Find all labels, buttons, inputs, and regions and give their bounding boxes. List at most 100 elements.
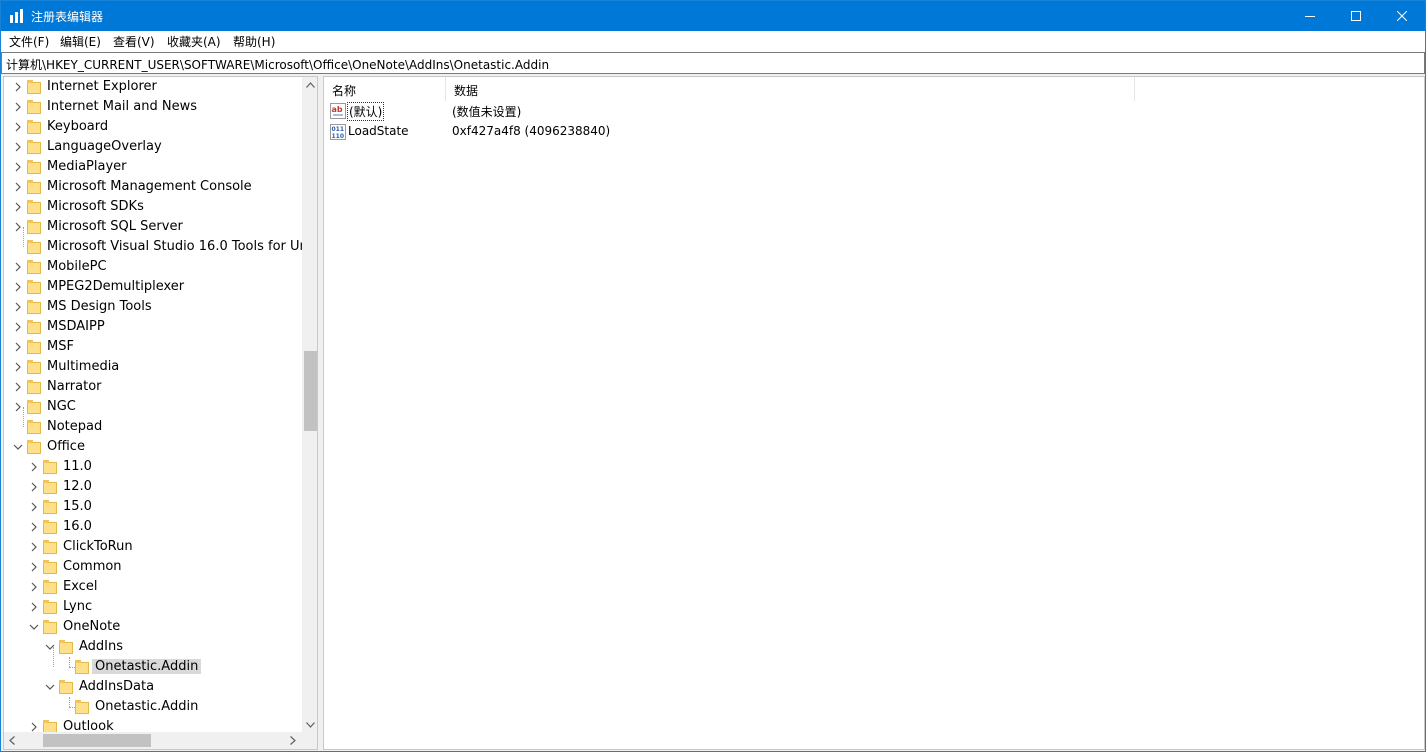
tree-node-label[interactable]: Microsoft Management Console — [47, 179, 252, 194]
chevron-down-icon[interactable] — [29, 622, 39, 632]
maximize-button[interactable] — [1333, 1, 1379, 31]
tree-node-label[interactable]: AddIns — [79, 639, 123, 654]
tree-node-label[interactable]: MSF — [47, 339, 74, 354]
menu-view[interactable]: 查看(V) — [113, 33, 155, 50]
minimize-button[interactable] — [1287, 1, 1333, 31]
tree-node-label[interactable]: Internet Explorer — [47, 79, 157, 94]
chevron-right-icon[interactable] — [29, 582, 39, 592]
chevron-right-icon[interactable] — [29, 602, 39, 612]
tree-node[interactable]: MSDAIPP — [4, 317, 304, 337]
chevron-down-icon[interactable] — [45, 682, 55, 692]
tree-node-label[interactable]: 15.0 — [63, 499, 92, 514]
tree-node[interactable]: Office — [4, 437, 304, 457]
tree-node[interactable]: MPEG2Demultiplexer — [4, 277, 304, 297]
tree-node-label[interactable]: Internet Mail and News — [47, 99, 197, 114]
tree-node[interactable]: Onetastic.Addin — [4, 657, 304, 677]
tree-node[interactable]: MS Design Tools — [4, 297, 304, 317]
tree-node[interactable]: Microsoft Management Console — [4, 177, 304, 197]
tree-node[interactable]: Keyboard — [4, 117, 304, 137]
scroll-up-icon[interactable] — [306, 82, 315, 88]
tree-node-label[interactable]: Common — [63, 559, 122, 574]
tree-node[interactable]: MSF — [4, 337, 304, 357]
tree-node-label[interactable]: Narrator — [47, 379, 102, 394]
tree-node[interactable]: Internet Explorer — [4, 77, 304, 97]
tree-horizontal-scroll-thumb[interactable] — [43, 734, 151, 747]
tree-node[interactable]: 11.0 — [4, 457, 304, 477]
tree-node[interactable]: OneNote — [4, 617, 304, 637]
tree-horizontal-scrollbar[interactable] — [4, 732, 302, 749]
column-separator[interactable] — [1134, 77, 1135, 101]
tree-node-label[interactable]: Keyboard — [47, 119, 108, 134]
chevron-right-icon[interactable] — [13, 322, 23, 332]
tree-node-label[interactable]: MPEG2Demultiplexer — [47, 279, 184, 294]
tree-node[interactable]: LanguageOverlay — [4, 137, 304, 157]
tree-node-label[interactable]: Multimedia — [47, 359, 119, 374]
tree-node-label[interactable]: 11.0 — [63, 459, 92, 474]
chevron-right-icon[interactable] — [29, 542, 39, 552]
tree-node[interactable]: Notepad — [4, 417, 304, 437]
tree-node[interactable]: Common — [4, 557, 304, 577]
chevron-right-icon[interactable] — [13, 122, 23, 132]
chevron-right-icon[interactable] — [13, 342, 23, 352]
tree-node-label[interactable]: Excel — [63, 579, 97, 594]
menu-file[interactable]: 文件(F) — [9, 33, 49, 50]
value-name[interactable]: (默认) — [346, 102, 385, 121]
tree-node-label[interactable]: AddInsData — [79, 679, 154, 694]
tree-node[interactable]: Narrator — [4, 377, 304, 397]
tree-node-label[interactable]: NGC — [47, 399, 76, 414]
chevron-right-icon[interactable] — [13, 202, 23, 212]
values-pane[interactable]: 名称 数据 ab (默认) (数值未设置) 011 110 LoadState … — [323, 76, 1425, 750]
chevron-right-icon[interactable] — [29, 462, 39, 472]
chevron-down-icon[interactable] — [13, 442, 23, 452]
chevron-right-icon[interactable] — [13, 82, 23, 92]
tree-node-label[interactable]: MobilePC — [47, 259, 107, 274]
address-path[interactable]: 计算机\HKEY_CURRENT_USER\SOFTWARE\Microsoft… — [6, 56, 549, 73]
value-name[interactable]: LoadState — [348, 124, 409, 138]
chevron-right-icon[interactable] — [29, 482, 39, 492]
tree-node[interactable]: MobilePC — [4, 257, 304, 277]
tree-node[interactable]: Microsoft SQL Server — [4, 217, 304, 237]
chevron-right-icon[interactable] — [13, 362, 23, 372]
chevron-right-icon[interactable] — [13, 142, 23, 152]
close-button[interactable] — [1379, 1, 1425, 31]
chevron-right-icon[interactable] — [29, 522, 39, 532]
menu-favorites[interactable]: 收藏夹(A) — [167, 33, 221, 50]
chevron-right-icon[interactable] — [13, 102, 23, 112]
title-bar[interactable]: 注册表编辑器 — [1, 1, 1425, 31]
chevron-right-icon[interactable] — [13, 262, 23, 272]
tree-node-label[interactable]: Microsoft SQL Server — [47, 219, 183, 234]
tree-node[interactable]: Onetastic.Addin — [4, 697, 304, 717]
tree-node-label[interactable]: Microsoft SDKs — [47, 199, 144, 214]
tree-vertical-scroll-thumb[interactable] — [304, 351, 317, 431]
tree-node-label[interactable]: 16.0 — [63, 519, 92, 534]
tree-node-label[interactable]: MS Design Tools — [47, 299, 152, 314]
tree-node-label[interactable]: OneNote — [63, 619, 120, 634]
tree-node[interactable]: Excel — [4, 577, 304, 597]
chevron-right-icon[interactable] — [13, 182, 23, 192]
column-header-name[interactable]: 名称 — [324, 77, 445, 101]
tree-node[interactable]: NGC — [4, 397, 304, 417]
menu-edit[interactable]: 编辑(E) — [60, 33, 101, 50]
chevron-right-icon[interactable] — [13, 382, 23, 392]
tree-node[interactable]: MediaPlayer — [4, 157, 304, 177]
chevron-right-icon[interactable] — [13, 222, 23, 232]
tree-node-label[interactable]: Notepad — [47, 419, 102, 434]
tree-node-label[interactable]: 12.0 — [63, 479, 92, 494]
key-tree-pane[interactable]: Internet Explorer Internet Mail and News K… — [3, 76, 318, 750]
menu-help[interactable]: 帮助(H) — [233, 33, 275, 50]
address-bar[interactable]: 计算机\HKEY_CURRENT_USER\SOFTWARE\Microsoft… — [1, 52, 1425, 74]
tree-node[interactable]: Multimedia — [4, 357, 304, 377]
scroll-down-icon[interactable] — [306, 722, 315, 728]
value-row[interactable]: 011 110 LoadState 0xf427a4f8 (4096238840… — [324, 122, 1424, 142]
tree-node-label[interactable]: Office — [47, 439, 85, 454]
tree-node[interactable]: AddInsData — [4, 677, 304, 697]
chevron-right-icon[interactable] — [13, 162, 23, 172]
tree-node-label[interactable]: Onetastic.Addin — [95, 699, 198, 714]
tree-node[interactable]: 16.0 — [4, 517, 304, 537]
tree-node[interactable]: Microsoft SDKs — [4, 197, 304, 217]
tree-node[interactable]: 15.0 — [4, 497, 304, 517]
value-row[interactable]: ab (默认) (数值未设置) — [324, 101, 1424, 121]
scroll-right-icon[interactable] — [290, 736, 296, 745]
tree-node-label[interactable]: ClickToRun — [63, 539, 133, 554]
tree-node-label[interactable]: Onetastic.Addin — [92, 659, 202, 674]
